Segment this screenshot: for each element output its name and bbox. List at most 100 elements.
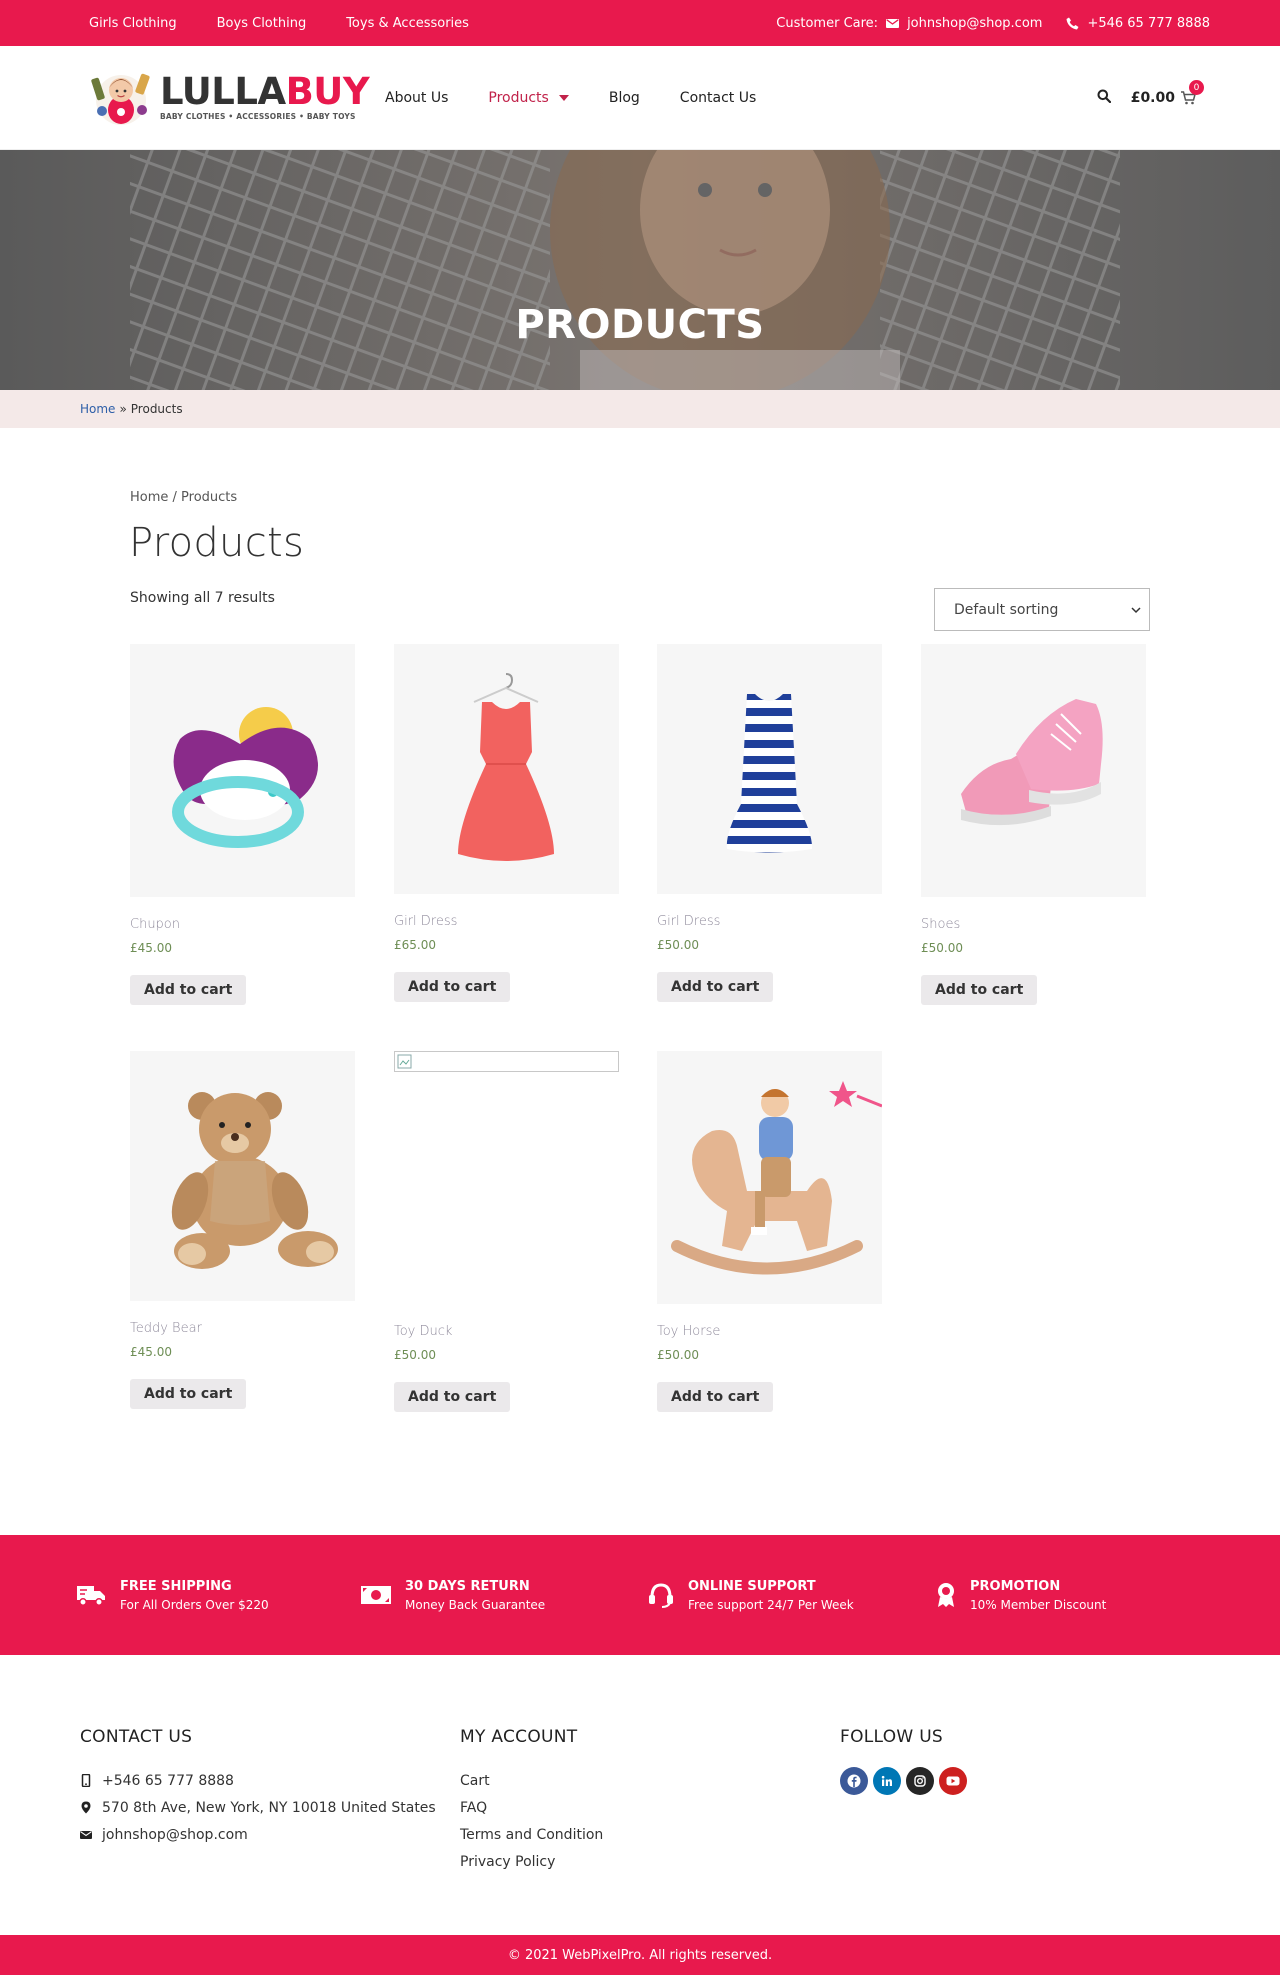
linkedin-icon[interactable] [873,1767,901,1795]
baby-mascot-icon [91,73,150,125]
top-bar: Girls Clothing Boys Clothing Toys & Acce… [0,0,1280,46]
feature-online-support: ONLINE SUPPORT Free support 24/7 Per Wee… [648,1535,854,1655]
product-card: Girl Dress £50.00 Add to cart [657,644,882,1002]
caret-down-icon [558,95,569,101]
product-image-striped-dress[interactable] [657,644,882,894]
product-card: Toy Duck £50.00 Add to cart [394,1051,619,1412]
page-hero-banner: PRODUCTS [0,150,1280,390]
cart-button[interactable]: £0.00 0 [1130,80,1204,106]
customer-care-label: Customer Care: [776,15,879,31]
site-logo[interactable]: LULLABUY BABY CLOTHES • ACCESSORIES • BA… [88,64,370,130]
product-image-rocking-horse[interactable] [657,1051,882,1304]
footer-link-terms[interactable]: Terms and Condition [460,1821,603,1848]
breadcrumb-home-link[interactable]: Home [80,402,115,416]
product-price: £50.00 [657,938,699,952]
sorting-selected-value: Default sorting [954,601,1059,618]
cart-count-badge: 0 [1189,80,1204,95]
youtube-icon[interactable] [939,1767,967,1795]
product-price: £45.00 [130,941,172,955]
footer-link-faq[interactable]: FAQ [460,1794,603,1821]
product-name[interactable]: Shoes [921,917,1146,932]
product-image-broken[interactable] [394,1051,619,1072]
headset-icon [649,1583,673,1608]
add-to-cart-button[interactable]: Add to cart [394,1382,511,1412]
social-links [840,1767,967,1795]
mobile-phone-icon [81,1774,91,1787]
top-link-girls-clothing[interactable]: Girls Clothing [89,16,177,31]
product-card: Chupon £45.00 Add to cart [130,644,355,1005]
feature-title: 30 DAYS RETURN [405,1578,530,1594]
product-name[interactable]: Toy Horse [657,1324,882,1339]
top-link-toys-accessories[interactable]: Toys & Accessories [346,16,469,31]
top-email-link[interactable]: johnshop@shop.com [907,16,1042,31]
map-marker-icon [81,1801,91,1814]
add-to-cart-button[interactable]: Add to cart [657,1382,774,1412]
add-to-cart-button[interactable]: Add to cart [130,1379,247,1409]
product-image-pink-shoes[interactable] [921,644,1146,897]
footer-email-link[interactable]: johnshop@shop.com [102,1827,248,1843]
sorting-select[interactable]: Default sorting [934,588,1150,631]
chevron-down-icon [1131,607,1141,614]
product-price: £50.00 [657,1348,699,1362]
page-title: Products [129,520,305,566]
feature-30-days-return: 30 DAYS RETURN Money Back Guarantee [361,1535,545,1655]
breadcrumb: Home » Products [0,390,1280,428]
product-image-coral-dress[interactable] [394,644,619,894]
footer-link-cart[interactable]: Cart [460,1767,603,1794]
instagram-icon[interactable] [906,1767,934,1795]
breadcrumb-separator: » [119,402,127,416]
feature-subtitle: Money Back Guarantee [405,1597,546,1612]
product-price: £65.00 [394,938,436,952]
award-icon [938,1583,954,1607]
product-card: Shoes £50.00 Add to cart [921,644,1146,1005]
phone-icon [1066,17,1079,30]
product-name[interactable]: Girl Dress [657,914,882,929]
footer-address-text: 570 8th Ave, New York, NY 10018 United S… [102,1799,436,1816]
product-name[interactable]: Toy Duck [394,1324,619,1339]
shop-section: Home / Products Products Showing all 7 r… [0,428,1280,1535]
cart-total: £0.00 [1130,90,1175,106]
product-name[interactable]: Chupon [130,917,355,932]
header-actions: £0.00 0 [1097,46,1204,150]
logo-wordmark-part1: LULLA [160,70,286,113]
product-card: Teddy Bear £45.00 Add to cart [130,1051,355,1409]
facebook-icon[interactable] [840,1767,868,1795]
footer-account-heading: MY ACCOUNT [460,1727,578,1747]
product-image-teddy-bear[interactable] [130,1051,355,1301]
nav-contact-us[interactable]: Contact Us [680,90,756,106]
add-to-cart-button[interactable]: Add to cart [394,972,511,1002]
product-card: Girl Dress £65.00 Add to cart [394,644,619,1002]
footer-phone-text: +546 65 777 8888 [102,1772,234,1789]
product-price: £50.00 [921,941,963,955]
envelope-icon [80,1831,92,1839]
footer-follow-heading: FOLLOW US [840,1727,944,1747]
footer-email: johnshop@shop.com [80,1821,436,1848]
logo-wordmark-part2: BUY [285,70,370,113]
search-icon[interactable] [1097,89,1111,107]
nav-products[interactable]: Products [488,90,569,106]
truck-icon [77,1586,105,1606]
site-footer: CONTACT US +546 65 777 8888 570 8th Ave,… [0,1655,1280,1935]
footer-phone: +546 65 777 8888 [80,1767,436,1794]
top-category-links: Girls Clothing Boys Clothing Toys & Acce… [89,0,469,46]
top-phone-link[interactable]: +546 65 777 8888 [1087,16,1210,31]
product-image-pacifier[interactable] [130,644,355,897]
broken-image-icon [397,1054,412,1069]
top-contact-info: Customer Care: johnshop@shop.com +546 65… [776,0,1210,46]
main-nav: About Us Products Blog Contact Us [385,46,756,150]
nav-about-us[interactable]: About Us [385,90,448,106]
add-to-cart-button[interactable]: Add to cart [657,972,774,1002]
add-to-cart-button[interactable]: Add to cart [130,975,247,1005]
product-name[interactable]: Teddy Bear [130,1321,355,1336]
money-icon [361,1586,391,1604]
nav-blog[interactable]: Blog [609,90,640,106]
top-link-boys-clothing[interactable]: Boys Clothing [217,16,307,31]
feature-title: PROMOTION [970,1578,1061,1594]
footer-account-column: MY ACCOUNT Cart FAQ Terms and Condition … [460,1727,603,1875]
feature-title: ONLINE SUPPORT [688,1578,816,1594]
add-to-cart-button[interactable]: Add to cart [921,975,1038,1005]
product-name[interactable]: Girl Dress [394,914,619,929]
logo-tagline: BABY CLOTHES • ACCESSORIES • BABY TOYS [160,112,356,121]
breadcrumb-current: Products [130,402,183,416]
footer-link-privacy[interactable]: Privacy Policy [460,1848,603,1875]
